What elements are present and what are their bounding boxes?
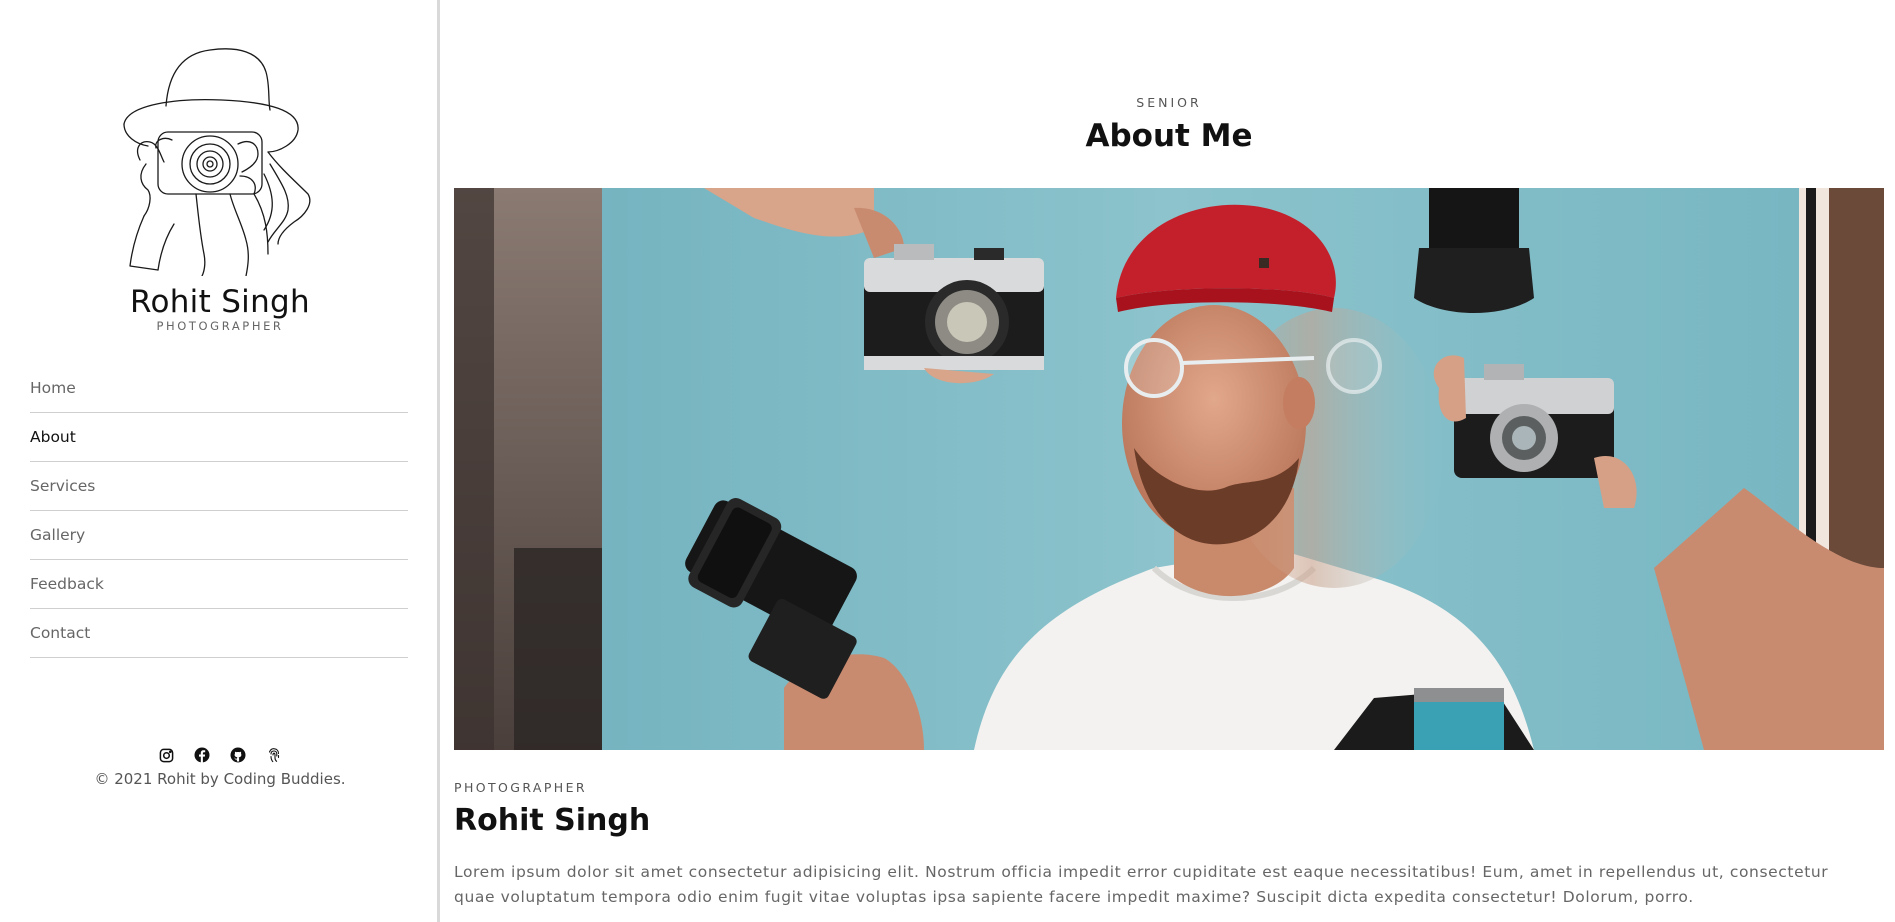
main-content: SENIOR About Me PHOTOGRAPHER Rohit Singh…: [443, 0, 1895, 922]
nav-item-contact[interactable]: Contact: [30, 609, 408, 658]
sidebar: Rohit Singh PHOTOGRAPHER Home About Serv…: [0, 0, 440, 922]
copyright-text: © 2021 Rohit by Coding Buddies.: [94, 770, 346, 788]
github-icon[interactable]: [228, 745, 248, 765]
nav-item-home[interactable]: Home: [30, 364, 408, 413]
nav-item-services[interactable]: Services: [30, 462, 408, 511]
section-title: About Me: [1085, 118, 1253, 154]
hero-photo: [454, 188, 1884, 750]
instagram-icon[interactable]: [156, 745, 176, 765]
facebook-icon[interactable]: [192, 745, 212, 765]
main-nav: Home About Services Gallery Feedback Con…: [30, 364, 408, 658]
bio-text: Lorem ipsum dolor sit amet consectetur a…: [454, 863, 1829, 906]
page: Rohit Singh PHOTOGRAPHER Home About Serv…: [0, 0, 1895, 922]
nav-item-about[interactable]: About: [30, 413, 408, 462]
brand-role: PHOTOGRAPHER: [156, 319, 284, 333]
nav-item-gallery[interactable]: Gallery: [30, 511, 408, 560]
fingerprint-icon[interactable]: [264, 745, 284, 765]
person-name: Rohit Singh: [454, 803, 651, 838]
brand-name: Rohit Singh: [130, 284, 310, 320]
photographer-line-art-logo[interactable]: [118, 44, 318, 276]
section-eyebrow: SENIOR: [1136, 95, 1202, 110]
role-label: PHOTOGRAPHER: [454, 780, 587, 795]
social-links: [0, 745, 440, 765]
nav-item-feedback[interactable]: Feedback: [30, 560, 408, 609]
